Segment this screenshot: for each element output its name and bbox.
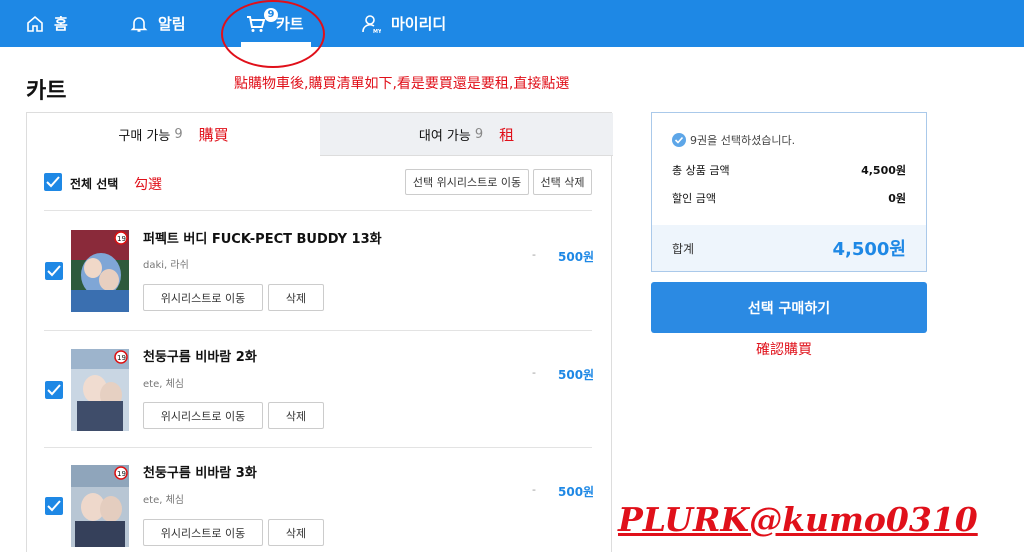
annotation-instruction: 點購物車後,購買清單如下,看是要買還是要租,直接點選 [234,76,570,92]
total-value: 4,500원 [861,164,906,177]
user-icon: MY [362,14,381,34]
tab-purchasable[interactable]: 구매 가능 9 購買 [27,113,320,156]
discount-value: 0원 [888,192,906,205]
nav-my[interactable]: MY 마이리디 [361,0,446,47]
annotation-buy-tab: 購買 [198,126,229,144]
discount-row: 할인 금액 0원 [672,190,906,206]
annotation-circle [221,0,325,68]
check-icon [47,384,61,396]
svg-text:MY: MY [373,29,381,34]
book-cover[interactable]: 19 [71,349,129,431]
discount-label: 할인 금액 [672,192,716,205]
delete-item-button[interactable]: 삭제 [268,402,324,429]
nav-alarm[interactable]: 알림 [130,0,186,47]
page-title: 카트 [26,79,67,104]
watermark: PLURK@kumo0310 [618,500,978,539]
check-icon [46,176,60,188]
item-author: ete, 체심 [143,495,184,506]
delete-item-button[interactable]: 삭제 [268,519,324,546]
divider [44,210,592,211]
svg-text:19: 19 [117,354,126,362]
sum-label: 합계 [672,242,695,256]
item-checkbox[interactable] [45,262,63,280]
svg-text:19: 19 [117,235,126,243]
delete-selected-button[interactable]: 선택 삭제 [533,169,592,195]
check-icon [47,500,61,512]
move-selected-to-wishlist-button[interactable]: 선택 위시리스트로 이동 [405,169,529,195]
annotation-rent-tab: 租 [499,125,515,144]
annotation-confirm: 確認購買 [756,342,812,358]
move-to-wishlist-button[interactable]: 위시리스트로 이동 [143,519,263,546]
item-title[interactable]: 천둥구름 비바람 3화 [143,462,257,481]
annotation-check: 勾選 [134,177,162,193]
nav-home[interactable]: 홈 [26,0,68,47]
move-to-wishlist-button[interactable]: 위시리스트로 이동 [143,402,263,429]
move-to-wishlist-button[interactable]: 위시리스트로 이동 [143,284,263,311]
sum-row: 합계 4,500원 [652,225,926,271]
tab-rentable[interactable]: 대여 가능 9 租 [320,113,613,156]
item-title[interactable]: 천둥구름 비바람 2화 [143,346,257,365]
svg-text:19: 19 [117,470,126,478]
delete-item-button[interactable]: 삭제 [268,284,324,311]
nav-my-label: 마이리디 [391,15,447,33]
purchase-selected-button[interactable]: 선택 구매하기 [651,282,927,333]
sum-value: 4,500원 [832,239,907,260]
total-row: 총 상품 금액 4,500원 [672,162,906,178]
tab-purchasable-label: 구매 가능 [118,129,171,144]
bell-icon [130,16,148,32]
divider [44,447,592,448]
order-summary: 9권을 선택하셨습니다. 총 상품 금액 4,500원 할인 금액 0원 합계 … [651,112,927,272]
check-circle-icon [672,133,686,147]
item-checkbox[interactable] [45,497,63,515]
item-original-price: - [532,248,536,261]
item-author: daki, 라쉬 [143,260,189,271]
nav-home-label: 홈 [54,15,68,33]
item-checkbox[interactable] [45,381,63,399]
item-price: 500원 [558,485,595,499]
item-original-price: - [532,483,536,496]
item-price: 500원 [558,250,595,264]
tab-rentable-label: 대여 가능 [418,128,471,144]
selection-status-text: 9권을 선택하셨습니다. [690,134,796,147]
select-all-checkbox[interactable] [44,173,62,191]
select-all-label: 전체 선택 [70,177,119,191]
book-cover[interactable]: 19 [71,230,129,312]
tab-rentable-count: 9 [474,126,484,142]
item-original-price: - [532,366,536,379]
book-cover[interactable]: 19 [71,465,129,547]
selection-status: 9권을 선택하셨습니다. [672,132,795,148]
total-label: 총 상품 금액 [672,164,730,177]
check-icon [47,265,61,277]
tab-purchasable-count: 9 [174,127,183,142]
divider [44,330,592,331]
nav-alarm-label: 알림 [158,15,186,33]
item-title[interactable]: 퍼펙트 버디 FUCK-PECT BUDDY 13화 [143,228,382,247]
item-price: 500원 [558,368,595,382]
item-author: ete, 체심 [143,379,184,390]
home-icon [27,15,43,32]
top-nav: 홈 알림 카트 9 MY 마이리디 [0,0,1024,47]
